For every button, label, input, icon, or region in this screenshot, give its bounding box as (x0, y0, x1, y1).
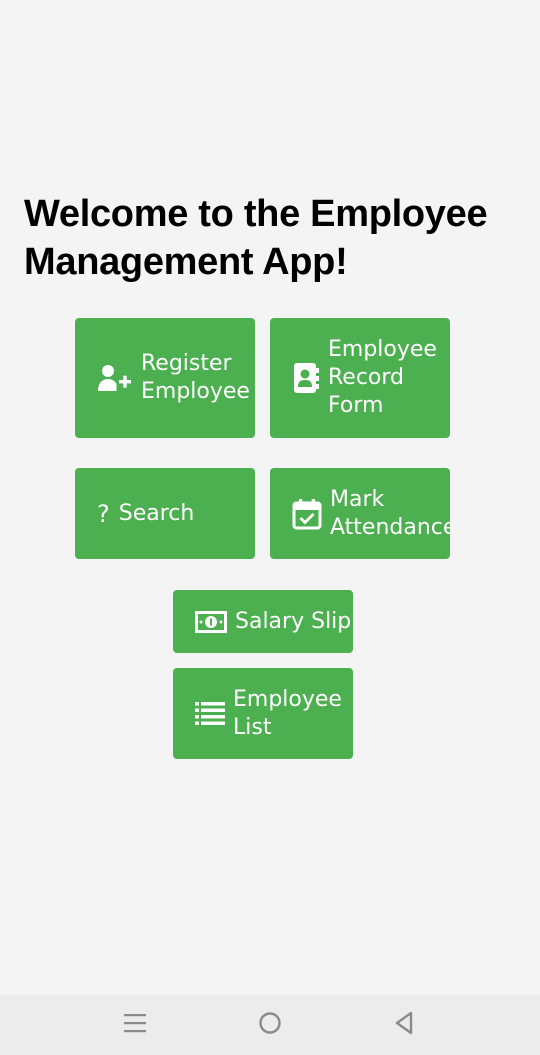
page-title: Welcome to the Employee Management App! (24, 193, 488, 283)
calendar-check-icon (292, 498, 322, 530)
back-triangle-icon (394, 1011, 414, 1040)
employee-record-form-button[interactable]: Employee Record Form (270, 318, 450, 438)
employee-record-form-label: Employee Record Form (328, 337, 437, 418)
list-icon (195, 701, 225, 727)
question-mark-icon: ? (97, 499, 110, 528)
menu-icon (124, 1013, 146, 1038)
contact-card-icon (292, 362, 320, 394)
salary-slip-button[interactable]: Salary Slip (173, 590, 353, 653)
register-employee-label: Register Employee (141, 351, 250, 404)
salary-slip-label: Salary Slip (235, 608, 352, 634)
employee-list-button[interactable]: Employee List (173, 668, 353, 759)
mark-attendance-button[interactable]: Mark Attendance (270, 468, 450, 559)
register-employee-button[interactable]: Register Employee (75, 318, 255, 438)
search-button[interactable]: ? Search (75, 468, 255, 559)
home-circle-icon (258, 1011, 282, 1040)
system-navigation-bar (0, 995, 540, 1055)
money-bill-icon (195, 610, 227, 633)
mark-attendance-label: Mark Attendance (330, 486, 450, 540)
person-add-icon (97, 364, 133, 392)
back-button[interactable] (374, 995, 434, 1055)
home-button[interactable] (240, 995, 300, 1055)
employee-list-label: Employee List (233, 686, 342, 740)
search-label: Search (118, 500, 195, 526)
recent-apps-button[interactable] (105, 995, 165, 1055)
